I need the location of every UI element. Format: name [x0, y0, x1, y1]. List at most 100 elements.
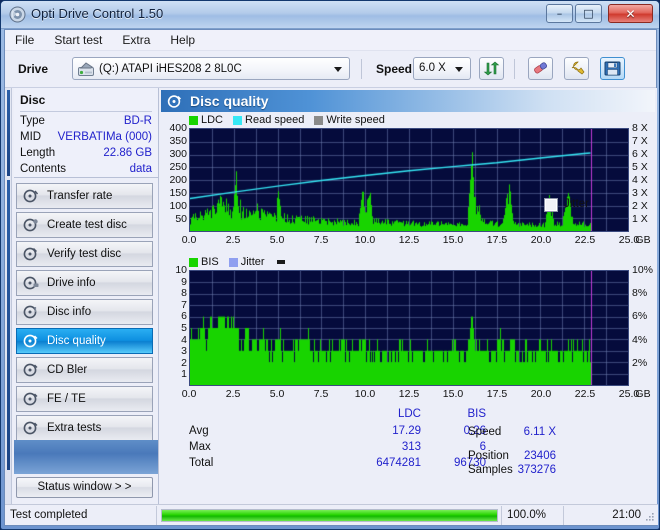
y-tick-right: 1 X	[632, 213, 648, 225]
y-tick-left: 3	[181, 345, 187, 358]
application-window: Opti Drive Control 1.50 – □ ✕ File Start…	[0, 0, 660, 530]
floppy-save-icon	[604, 61, 621, 76]
sidebar-item-drive-info[interactable]: Drive info	[16, 270, 153, 296]
speed-label: Speed	[376, 62, 413, 76]
y-tick-right: 7 X	[632, 135, 648, 147]
y-tick-left: 8	[181, 287, 187, 300]
disc-rate-icon	[23, 189, 39, 203]
maximize-icon: □	[583, 7, 594, 20]
disc-key-contents: Contents	[20, 163, 67, 175]
legend-label-bis: BIS	[201, 256, 219, 268]
y-tick-left: 4	[181, 333, 187, 346]
left-rail	[5, 88, 12, 505]
x-tick: 15.0	[442, 234, 464, 246]
sidebar-item-disc-info[interactable]: Disc info	[16, 299, 153, 325]
menu-help[interactable]: Help	[160, 31, 205, 49]
chevron-down-icon[interactable]	[334, 66, 342, 72]
x-tick: 15.0	[442, 388, 464, 400]
sidebar-item-transfer-rate[interactable]: Transfer rate	[16, 183, 153, 209]
disc-value-mid: VERBATIMa (000)	[57, 131, 152, 143]
tools-button[interactable]	[564, 57, 589, 80]
y-tick-right: 5 X	[632, 161, 648, 173]
x-tick: 12.5	[398, 388, 420, 400]
y-tick-left: 2	[181, 356, 187, 369]
drive-info-icon	[23, 276, 39, 290]
x-axis-label: GB	[635, 388, 651, 400]
chart-bis-jitter: BIS Jitter 1 2 3 4 5 6 7 8 9 10 2% 4% 6% 8% 10% 0.0 2.…	[161, 256, 655, 406]
x-tick: 2.5	[225, 234, 241, 246]
sidebar-item-disc-quality[interactable]: Disc quality	[16, 328, 153, 354]
y-tick-right: 4 X	[632, 174, 648, 186]
legend-swatch-jitter	[228, 257, 238, 267]
refresh-icon	[483, 61, 500, 76]
y-tick-right: 6%	[632, 310, 648, 323]
toolbar-separator	[361, 59, 362, 79]
minimize-icon: –	[556, 7, 563, 20]
drive-label: Drive	[18, 62, 49, 76]
results-label-total: Total	[189, 457, 214, 469]
disc-row-contents: Contents data	[20, 163, 152, 179]
y-tick-right: 2 X	[632, 200, 648, 212]
disc-row-type: Type BD-R	[20, 115, 152, 131]
legend-label-jitter: Jitter	[240, 256, 265, 268]
progress-fill	[162, 509, 497, 521]
sidebar-item-fe-te[interactable]: FE / TE	[16, 386, 153, 412]
disc-key-mid: MID	[20, 131, 42, 143]
toolbar-separator	[514, 59, 515, 79]
jitter-checkbox[interactable]	[544, 198, 558, 212]
y-tick-right: 2%	[632, 356, 648, 369]
y-tick-right: 6 X	[632, 148, 648, 160]
menu-file[interactable]: File	[5, 31, 44, 49]
y-tick-right: 4%	[632, 333, 648, 346]
drive-select[interactable]: (Q:) ATAPI iHES208 2 8L0C	[72, 57, 350, 80]
menu-extra[interactable]: Extra	[112, 31, 160, 49]
save-button[interactable]	[600, 57, 625, 80]
disc-quality-icon	[23, 334, 38, 348]
x-tick: 0.0	[181, 234, 197, 246]
status-time: 21:00	[612, 509, 641, 521]
y-tick-left: 100	[169, 200, 187, 212]
plot-area-bottom[interactable]	[189, 270, 629, 386]
results-label-speed: Speed	[468, 426, 502, 438]
minimize-button[interactable]: –	[546, 4, 573, 23]
jitter-label: Jitter	[564, 198, 589, 210]
maximize-button[interactable]: □	[575, 4, 602, 23]
sidebar-item-extra-tests[interactable]: Extra tests	[16, 415, 153, 441]
rail-marker-tests	[7, 180, 10, 470]
erase-button[interactable]	[528, 57, 553, 80]
window-title: Opti Drive Control 1.50	[31, 6, 164, 21]
disc-verify-icon	[23, 247, 37, 261]
results-position-value: 23406	[524, 450, 556, 462]
sidebar-item-verify-test-disc[interactable]: Verify test disc	[16, 241, 153, 267]
close-icon: ✕	[625, 6, 636, 21]
status-percent: 100.0%	[502, 505, 564, 525]
status-window-button[interactable]: Status window > >	[16, 477, 153, 498]
sidebar-item-cd-bler[interactable]: CD Bler	[16, 357, 153, 383]
legend-label-write-speed: Write speed	[326, 114, 385, 126]
divider	[20, 111, 152, 112]
y-tick-left: 350	[169, 135, 187, 147]
speed-select[interactable]: 6.0 X	[413, 57, 471, 80]
sidebar-item-create-test-disc[interactable]: Create test disc	[16, 212, 153, 238]
sidebar-item-label: Extra tests	[47, 422, 102, 434]
chevron-down-icon[interactable]	[455, 66, 463, 72]
menu-start-test[interactable]: Start test	[44, 31, 112, 49]
close-button[interactable]: ✕	[608, 4, 653, 23]
disc-info-icon	[23, 305, 37, 319]
sidebar-item-label: Transfer rate	[47, 190, 113, 202]
results-label-avg: Avg	[189, 425, 209, 437]
resize-grip-icon[interactable]	[645, 512, 655, 522]
sidebar-item-label: Disc quality	[47, 335, 106, 347]
title-bar: Opti Drive Control 1.50 – □ ✕	[1, 1, 659, 29]
menu-bar: File Start test Extra Help	[5, 30, 656, 51]
toolbar: Drive (Q:) ATAPI iHES208 2 8L0C Speed 6.…	[5, 51, 656, 88]
plot-canvas-bottom	[190, 271, 628, 385]
refresh-button[interactable]	[479, 57, 504, 80]
x-tick: 10.0	[354, 388, 376, 400]
progress-bar	[157, 505, 502, 525]
drive-value: (Q:) ATAPI iHES208 2 8L0C	[99, 62, 242, 75]
disc-quality-icon	[167, 94, 181, 108]
y-tick-right: 8 X	[632, 122, 648, 134]
y-tick-right: 8%	[632, 287, 648, 300]
plot-area-top[interactable]	[189, 128, 629, 232]
